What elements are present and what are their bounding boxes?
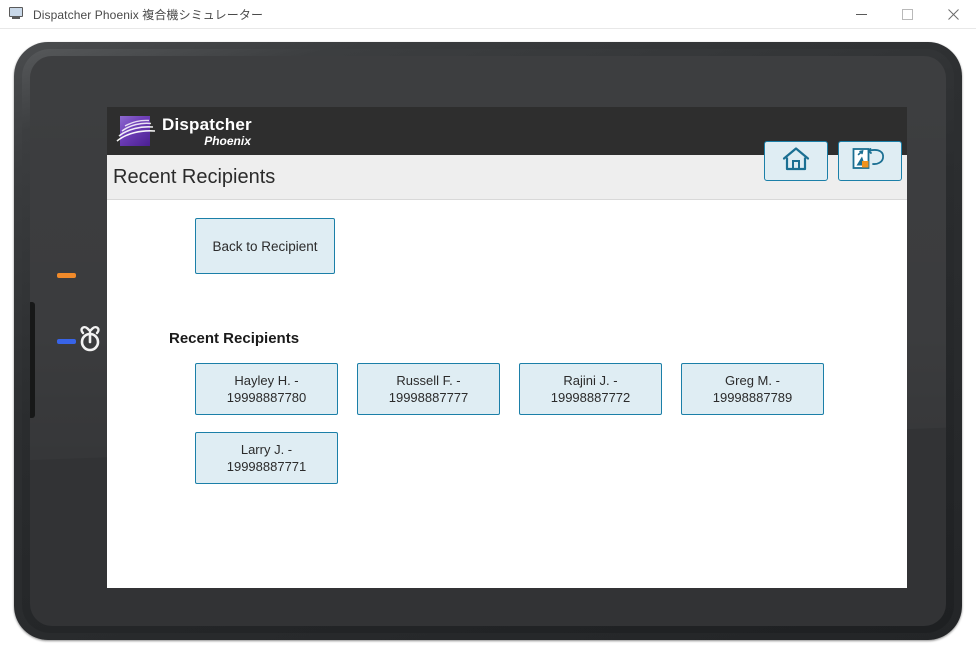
home-button[interactable] — [764, 141, 828, 181]
page-title: Recent Recipients — [113, 165, 276, 188]
brand-name-primary: Dispatcher — [162, 114, 252, 134]
minimize-icon[interactable] — [838, 0, 884, 28]
recipient-tile-2[interactable]: Rajini J. -19998887772 — [519, 363, 662, 415]
recipient-tile-1[interactable]: Russell F. -19998887777 — [357, 363, 500, 415]
maximize-icon[interactable] — [884, 0, 930, 28]
recent-recipients-heading: Recent Recipients — [169, 330, 300, 347]
scan-back-button[interactable] — [838, 141, 902, 181]
recipient-tile-4[interactable]: Larry J. -19998887771 — [195, 432, 338, 484]
recipient-tile-0[interactable]: Hayley H. -19998887780 — [195, 363, 338, 415]
brand-name-secondary: Phoenix — [204, 133, 251, 148]
recipient-label: Rajini J. -19998887772 — [550, 373, 631, 405]
recipient-tile-3[interactable]: Greg M. -19998887789 — [681, 363, 824, 415]
home-icon — [782, 146, 810, 177]
page-title-bar: Recent Recipients — [107, 141, 907, 200]
mfp-control-panel: Dispatcher Phoenix Recent Recipients Bac… — [30, 56, 946, 626]
mfp-touchscreen: Dispatcher Phoenix Recent Recipients Bac… — [107, 107, 907, 588]
recipient-label: Larry J. -19998887771 — [226, 442, 307, 474]
recipient-label: Russell F. -19998887777 — [388, 373, 469, 405]
header-action-buttons — [764, 141, 902, 181]
power-button-icon[interactable] — [76, 324, 104, 354]
close-icon[interactable] — [930, 0, 976, 28]
app-brand-text: Dispatcher Phoenix — [162, 116, 252, 147]
window-title-bar: Dispatcher Phoenix 複合機シミュレーター — [0, 0, 976, 29]
page-content: Back to Recipient Recent Recipients Hayl… — [107, 200, 907, 588]
monitor-icon — [9, 7, 25, 21]
window-controls — [838, 0, 976, 28]
mfp-device-bezel: Dispatcher Phoenix Recent Recipients Bac… — [14, 42, 962, 640]
recipient-label: Hayley H. -19998887780 — [226, 373, 307, 405]
mfp-device-bezel-inner: Dispatcher Phoenix Recent Recipients Bac… — [22, 49, 954, 633]
status-led-blue — [57, 339, 76, 344]
dispatcher-phoenix-logo-icon — [115, 114, 159, 148]
status-led-orange — [57, 273, 76, 278]
application-window: Dispatcher Phoenix 複合機シミュレーター Dispatcher… — [0, 0, 976, 651]
recent-recipients-list: Hayley H. -19998887780 Russell F. -19998… — [195, 363, 875, 484]
recipient-label: Greg M. -19998887789 — [712, 373, 793, 405]
back-to-recipient-button[interactable]: Back to Recipient — [195, 218, 335, 274]
scan-return-icon — [851, 146, 889, 177]
device-side-slot — [30, 302, 35, 418]
window-title: Dispatcher Phoenix 複合機シミュレーター — [33, 7, 264, 22]
